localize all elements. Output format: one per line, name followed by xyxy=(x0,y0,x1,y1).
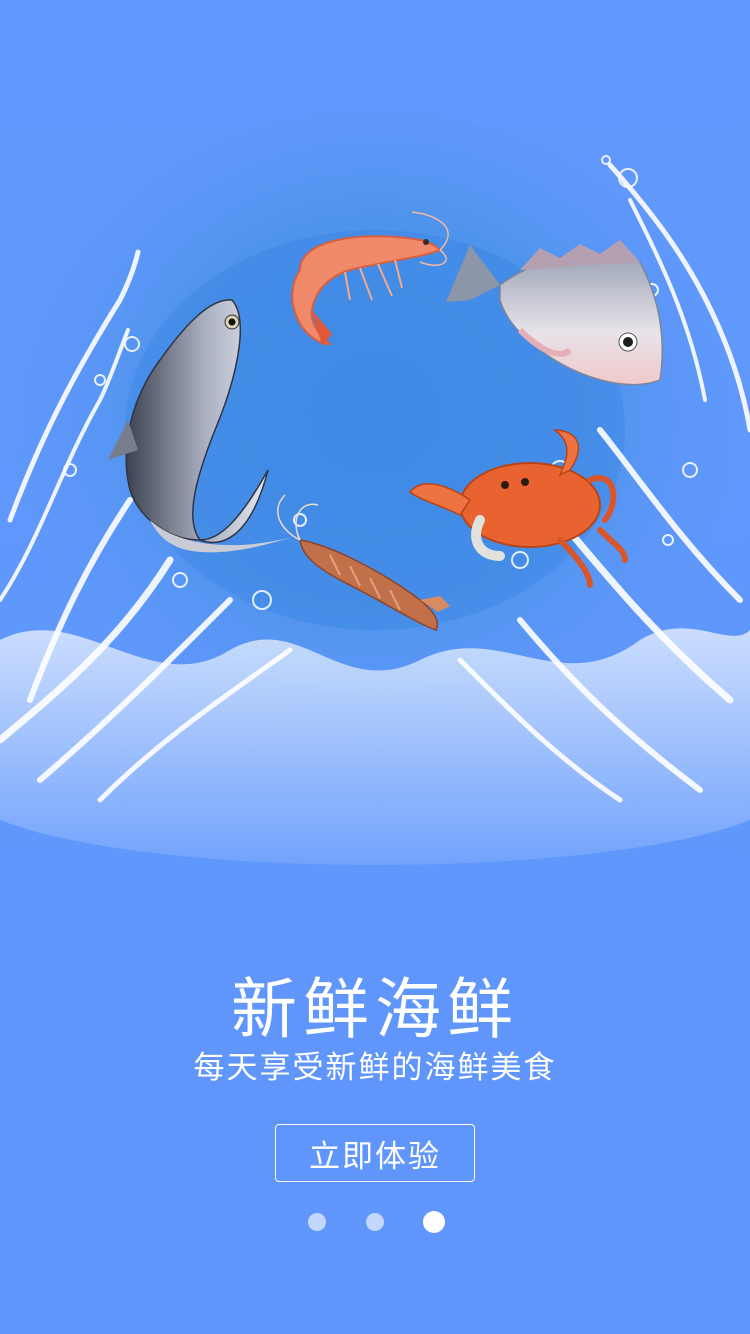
page-title: 新鲜海鲜 xyxy=(231,971,519,1048)
page-subtitle: 每天享受新鲜的海鲜美食 xyxy=(193,1050,557,1086)
page-indicator-dot-1[interactable] xyxy=(308,1213,326,1231)
try-now-button[interactable]: 立即体验 xyxy=(275,1124,475,1182)
page-indicator-dot-3-active[interactable] xyxy=(423,1211,445,1233)
page-indicator xyxy=(0,1210,750,1234)
seafood-illustration xyxy=(0,0,750,900)
page-indicator-dot-2[interactable] xyxy=(366,1213,384,1231)
onboarding-screen: 新鲜海鲜 每天享受新鲜的海鲜美食 立即体验 xyxy=(0,0,750,1334)
